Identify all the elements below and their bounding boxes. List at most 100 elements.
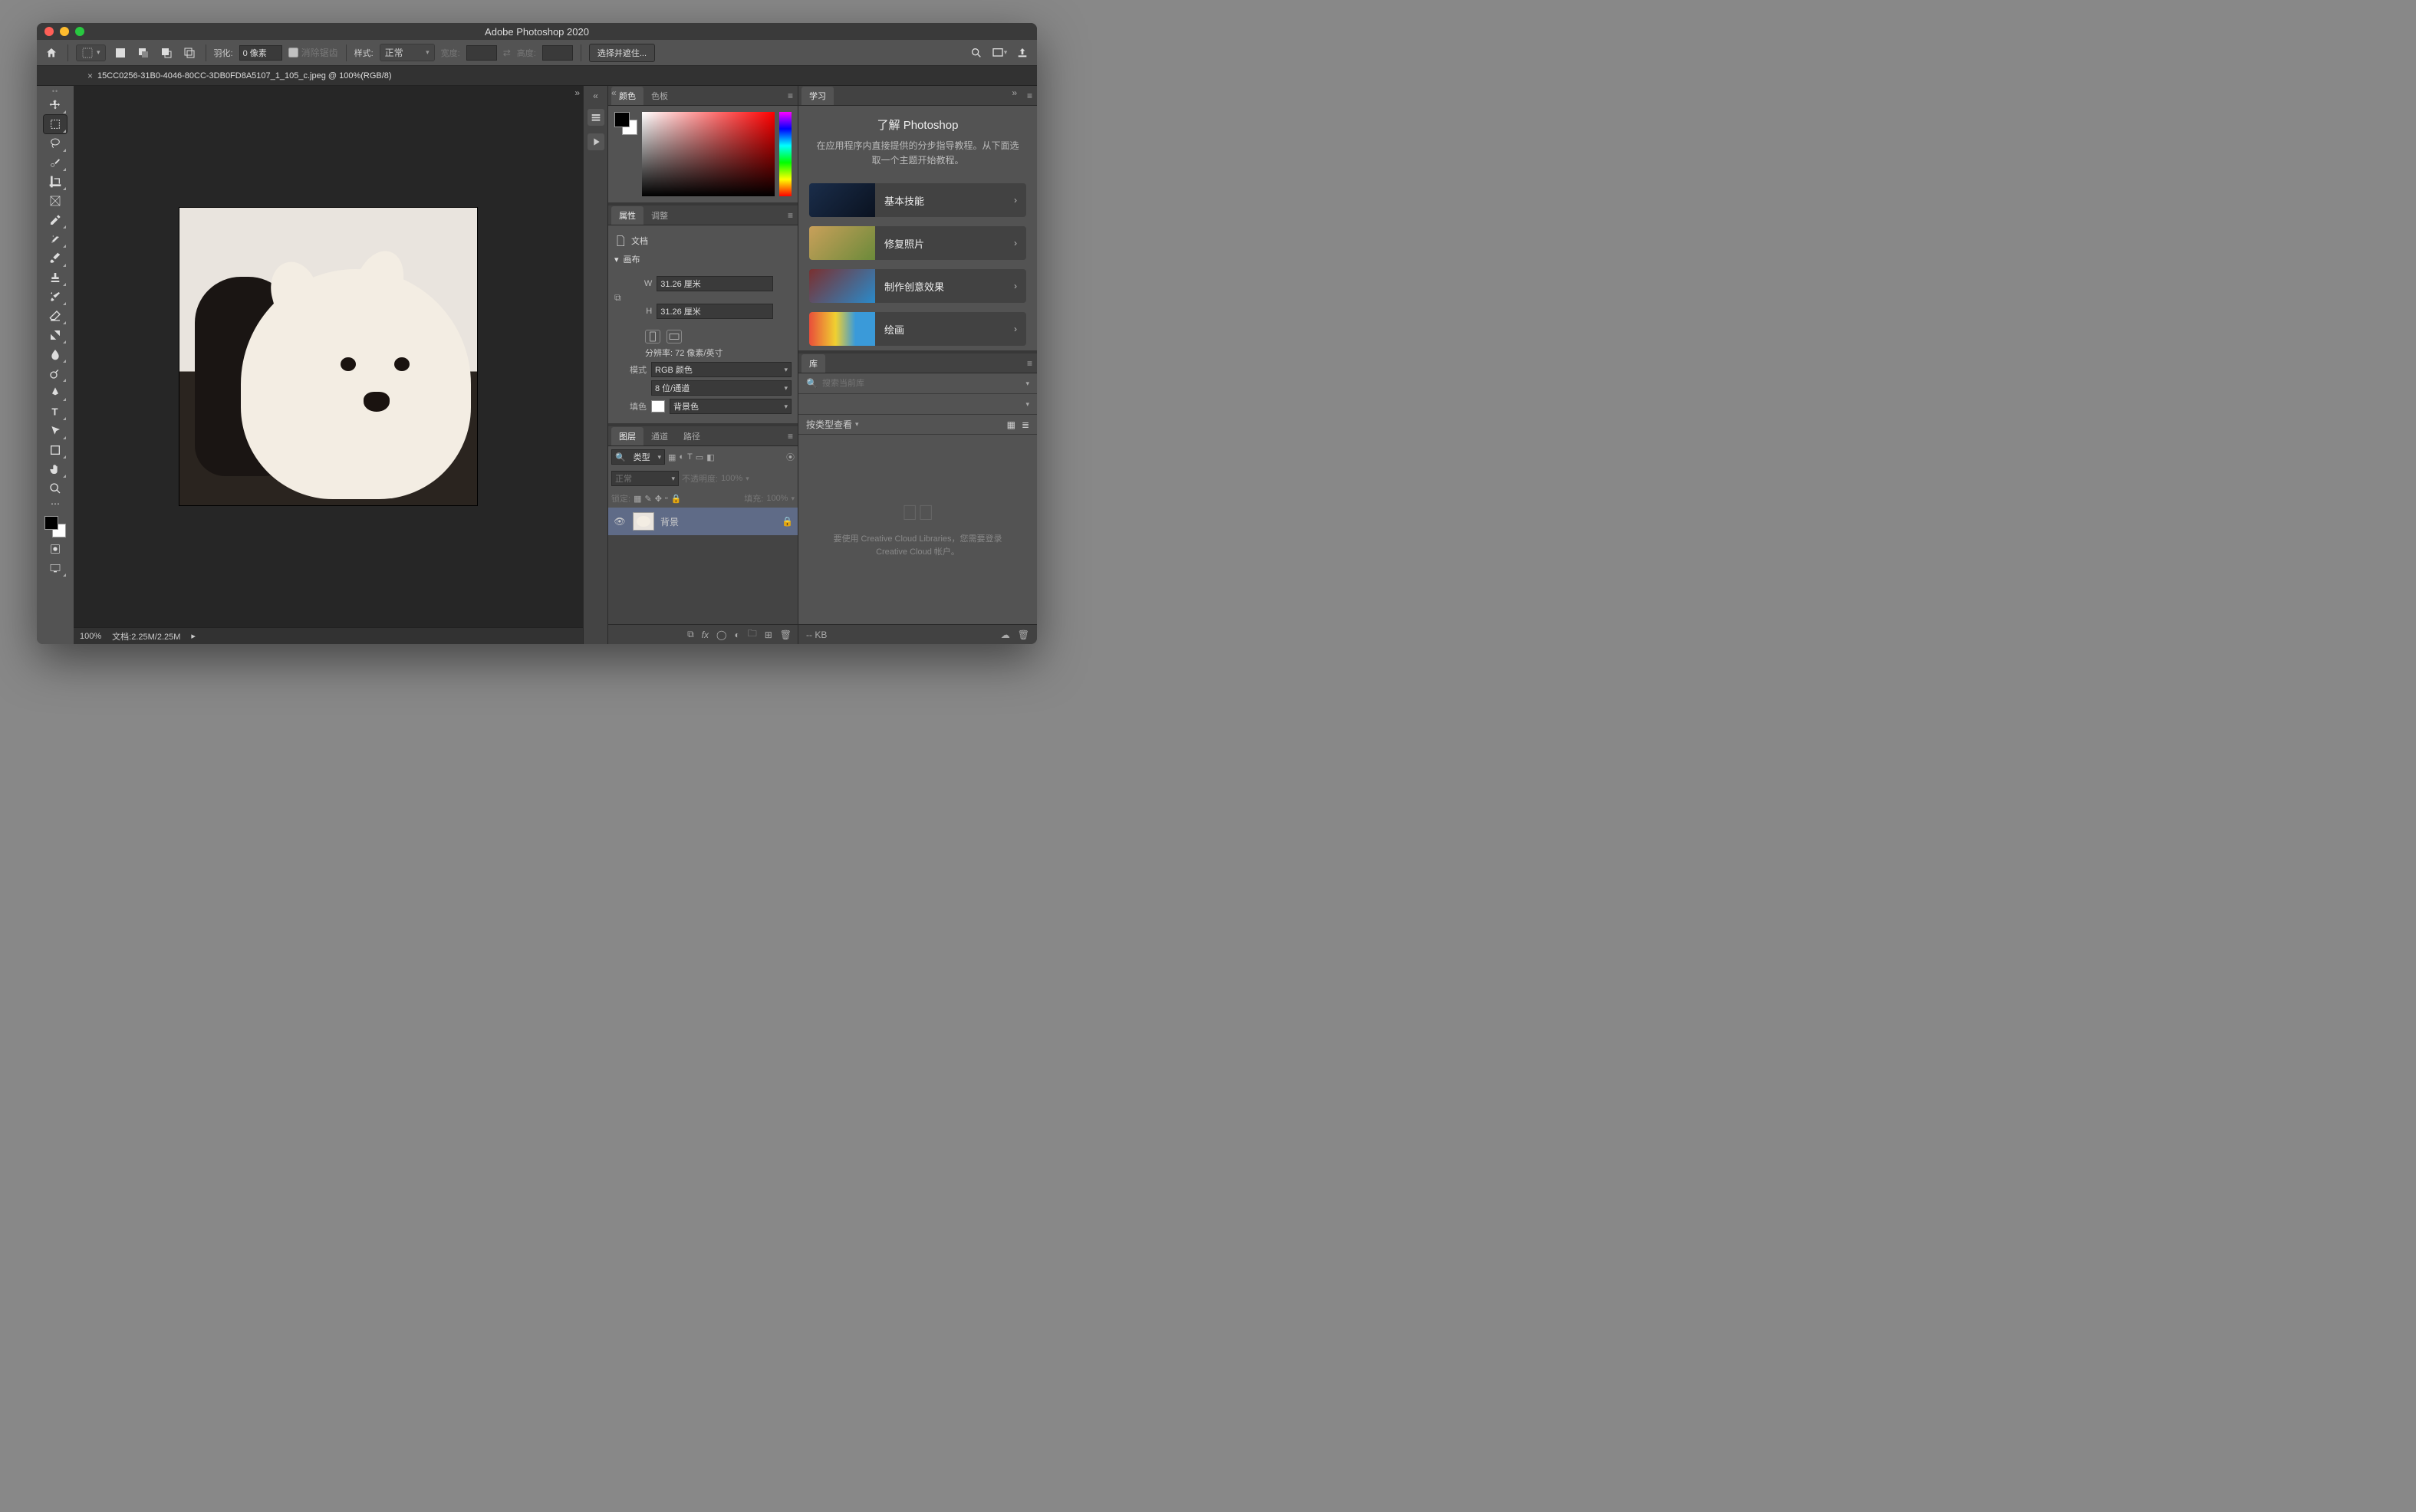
gradient-tool[interactable] xyxy=(44,326,67,344)
lasso-tool[interactable] xyxy=(44,134,67,153)
group-icon[interactable]: 🗀 xyxy=(748,626,757,643)
history-panel-icon[interactable] xyxy=(588,109,604,126)
move-tool[interactable] xyxy=(44,96,67,114)
quick-select-tool[interactable] xyxy=(44,153,67,172)
portrait-orient-icon[interactable] xyxy=(645,330,660,343)
quickmask-tool[interactable] xyxy=(44,540,67,558)
traffic-zoom[interactable] xyxy=(75,27,84,36)
panel-menu-icon[interactable]: ≡ xyxy=(1027,358,1032,369)
lock-nest-icon[interactable]: ▫ xyxy=(665,494,668,503)
frame-tool[interactable] xyxy=(44,192,67,210)
lib-trash-icon[interactable]: 🗑 xyxy=(1018,629,1029,640)
width-input[interactable] xyxy=(657,276,773,291)
search-icon[interactable] xyxy=(968,44,985,61)
filter-smart-icon[interactable]: ◧ xyxy=(706,452,714,462)
tab-learn[interactable]: 学习 xyxy=(801,87,834,105)
status-zoom[interactable]: 100% xyxy=(80,632,101,641)
crop-tool[interactable] xyxy=(44,173,67,191)
list-view-icon[interactable]: ≣ xyxy=(1022,419,1029,430)
traffic-minimize[interactable] xyxy=(60,27,69,36)
eraser-tool[interactable] xyxy=(44,307,67,325)
new-layer-icon[interactable]: ⊞ xyxy=(765,629,772,640)
heal-tool[interactable] xyxy=(44,230,67,248)
filter-type-icon[interactable]: T xyxy=(687,452,693,462)
link-layers-icon[interactable]: ⧉ xyxy=(687,629,694,640)
filter-adjust-icon[interactable]: ◐ xyxy=(679,452,684,462)
path-select-tool[interactable] xyxy=(44,422,67,440)
landscape-orient-icon[interactable] xyxy=(667,330,682,343)
grid-view-icon[interactable]: ▦ xyxy=(1007,419,1015,430)
tool-preset-picker[interactable]: ▾ xyxy=(76,44,106,61)
sort-by-select[interactable]: 按类型查看▾ xyxy=(806,418,859,431)
visibility-icon[interactable]: 👁 xyxy=(613,516,627,527)
tab-properties[interactable]: 属性 xyxy=(611,206,643,225)
color-field[interactable] xyxy=(642,112,775,196)
home-button[interactable] xyxy=(43,44,60,61)
fill-swatch[interactable] xyxy=(651,400,665,413)
layer-name[interactable]: 背景 xyxy=(660,515,679,528)
traffic-close[interactable] xyxy=(44,27,54,36)
lock-paint-icon[interactable]: ✎ xyxy=(644,494,651,504)
antialias-checkbox[interactable]: 消除锯齿 xyxy=(288,46,338,59)
screenmode-tool[interactable] xyxy=(44,559,67,577)
filter-toggle[interactable]: ⦿ xyxy=(786,451,795,463)
swap-wh-icon[interactable]: ⇄ xyxy=(503,48,511,58)
marquee-tool[interactable] xyxy=(44,115,67,133)
workspace-switcher-icon[interactable]: ▾ xyxy=(991,44,1008,61)
tab-paths[interactable]: 路径 xyxy=(676,427,708,445)
tab-close-icon[interactable]: × xyxy=(87,71,93,81)
learn-item-retouch[interactable]: 修复照片› xyxy=(809,226,1026,260)
fx-icon[interactable]: fx xyxy=(702,629,709,640)
learn-item-creative[interactable]: 制作创意效果› xyxy=(809,269,1026,303)
learn-item-basics[interactable]: 基本技能› xyxy=(809,183,1026,217)
selection-subtract-icon[interactable] xyxy=(158,44,175,61)
actions-panel-icon[interactable] xyxy=(588,133,604,150)
blur-tool[interactable] xyxy=(44,345,67,363)
height-input[interactable] xyxy=(657,304,773,319)
link-wh-icon[interactable]: ⧉ xyxy=(614,292,621,304)
lock-pos-icon[interactable]: ✥ xyxy=(655,494,662,504)
library-picker[interactable]: ▾ xyxy=(798,394,1037,414)
type-tool[interactable]: T xyxy=(44,403,67,421)
eyedropper-tool[interactable] xyxy=(44,211,67,229)
history-brush-tool[interactable] xyxy=(44,288,67,306)
color-swatch-pair[interactable] xyxy=(614,112,637,135)
hue-slider[interactable] xyxy=(779,112,792,196)
trash-icon[interactable]: 🗑 xyxy=(780,629,792,640)
lock-icon[interactable]: 🔒 xyxy=(782,516,793,527)
tab-swatches[interactable]: 色板 xyxy=(643,87,676,105)
color-mode-select[interactable]: RGB 颜色▾ xyxy=(651,362,792,377)
lib-sync-icon[interactable]: ☁ xyxy=(1001,629,1010,640)
lock-all-icon[interactable]: 🔒 xyxy=(671,494,682,504)
dodge-tool[interactable] xyxy=(44,364,67,383)
adjustment-icon[interactable]: ◐ xyxy=(734,629,739,640)
learn-item-paint[interactable]: 绘画› xyxy=(809,312,1026,346)
filter-pixel-icon[interactable]: ▦ xyxy=(668,452,676,462)
status-chevron-icon[interactable]: ▸ xyxy=(191,631,196,641)
stamp-tool[interactable] xyxy=(44,268,67,287)
feather-input[interactable] xyxy=(239,45,282,61)
panel-menu-icon[interactable]: ≡ xyxy=(788,210,793,221)
library-search-input[interactable] xyxy=(822,379,1022,388)
hand-tool[interactable] xyxy=(44,460,67,478)
filter-shape-icon[interactable]: ▭ xyxy=(696,452,703,462)
panel-menu-icon[interactable]: ≡ xyxy=(1027,90,1032,101)
bit-depth-select[interactable]: 8 位/通道▾ xyxy=(651,380,792,396)
filter-kind-select[interactable]: 🔍 类型▾ xyxy=(611,449,665,465)
select-and-mask-button[interactable]: 选择并遮住... xyxy=(589,44,655,62)
layer-row-background[interactable]: 👁 背景 🔒 xyxy=(608,508,798,535)
shape-tool[interactable] xyxy=(44,441,67,459)
selection-add-icon[interactable] xyxy=(135,44,152,61)
pen-tool[interactable] xyxy=(44,383,67,402)
tab-layers[interactable]: 图层 xyxy=(611,427,643,445)
lock-trans-icon[interactable]: ▦ xyxy=(634,494,641,504)
document-tab[interactable]: × 15CC0256-31B0-4046-80CC-3DB0FD8A5107_1… xyxy=(80,71,400,81)
collapse-icon[interactable]: » xyxy=(1012,87,1017,98)
tab-adjustments[interactable]: 调整 xyxy=(643,206,676,225)
mask-icon[interactable]: ◯ xyxy=(716,629,726,640)
layer-thumbnail[interactable] xyxy=(633,512,654,531)
search-scope-chevron[interactable]: ▾ xyxy=(1025,380,1029,388)
tab-libraries[interactable]: 库 xyxy=(801,354,825,373)
zoom-tool[interactable] xyxy=(44,479,67,498)
panel-menu-icon[interactable]: ≡ xyxy=(788,431,793,442)
